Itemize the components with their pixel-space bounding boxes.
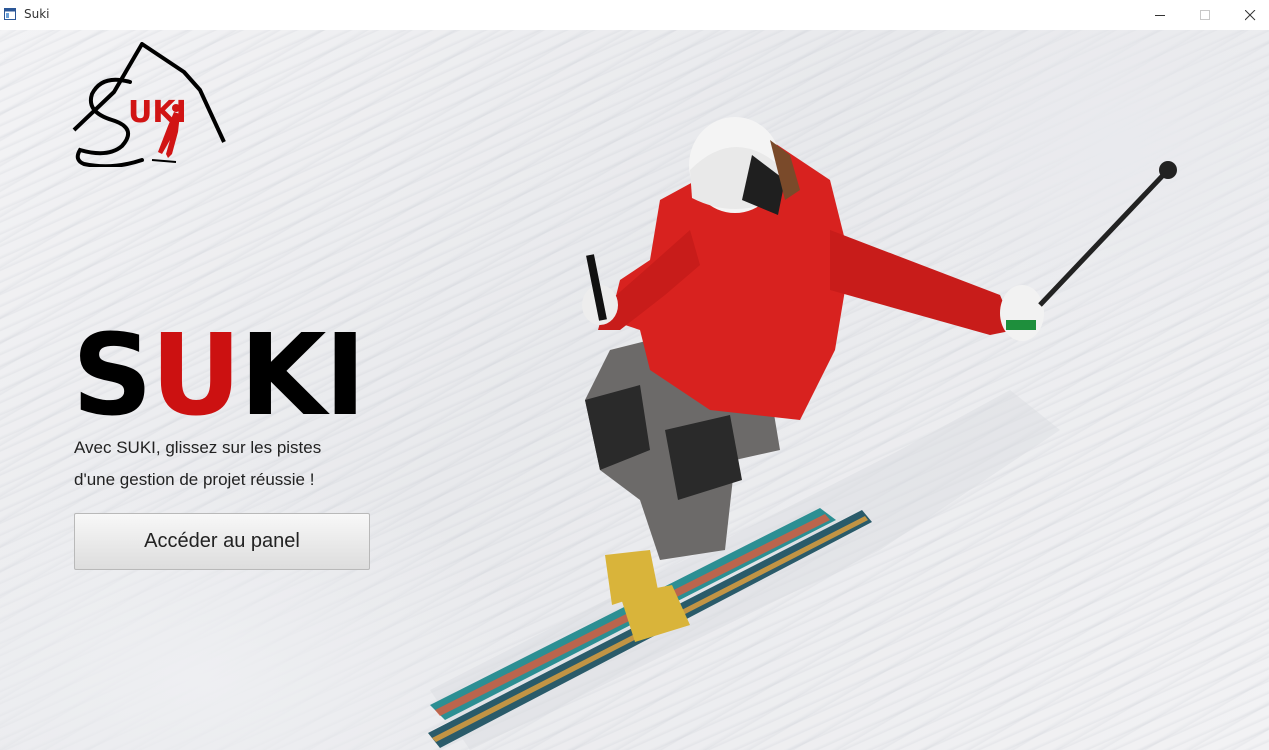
tagline-line-2: d'une gestion de projet réussie !	[74, 470, 315, 489]
tagline: Avec SUKI, glissez sur les pistes d'une …	[74, 432, 321, 496]
brand-title: SUKI	[72, 320, 366, 432]
close-button[interactable]	[1227, 0, 1269, 30]
window-title: Suki	[24, 7, 50, 21]
window-titlebar: Suki	[0, 0, 1269, 31]
tagline-line-1: Avec SUKI, glissez sur les pistes	[74, 438, 322, 457]
minimize-button[interactable]	[1137, 0, 1183, 30]
app-window-icon	[4, 8, 16, 20]
maximize-button[interactable]	[1182, 0, 1228, 30]
brand-ki: KI	[239, 311, 366, 441]
suki-logo: UKI	[72, 42, 226, 167]
close-icon	[1245, 10, 1256, 21]
brand-s: S	[72, 311, 153, 441]
home-view: UKI SUKI Avec SUKI, glissez sur les pist…	[0, 30, 1269, 750]
maximize-icon	[1200, 10, 1210, 20]
access-panel-button[interactable]: Accéder au panel	[74, 513, 370, 570]
brand-u: U	[150, 311, 242, 441]
minimize-icon	[1155, 15, 1165, 16]
